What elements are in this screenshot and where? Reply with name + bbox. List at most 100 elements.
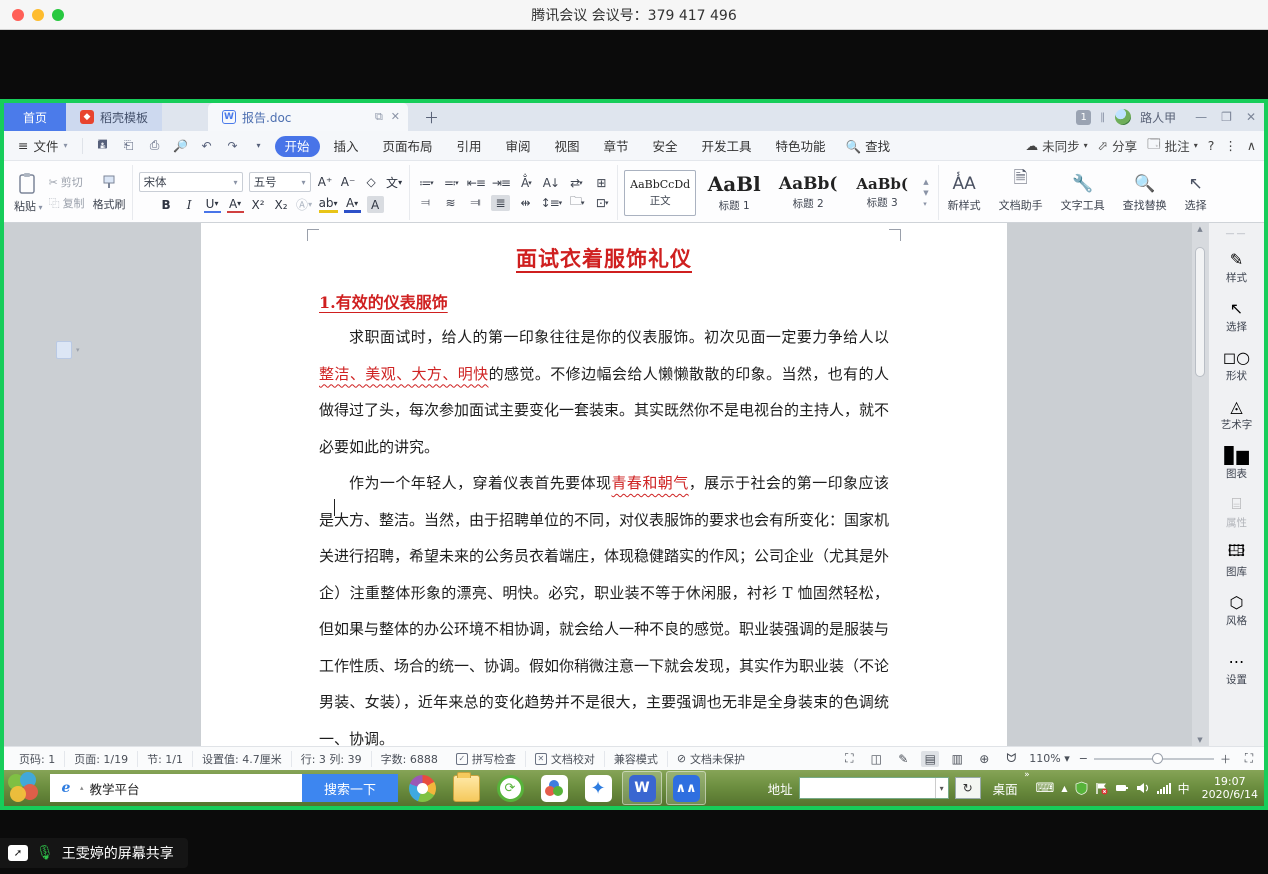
zoom-level[interactable]: 110% ▾ [1029,752,1069,765]
refresh-icon[interactable]: ↻ [955,777,981,799]
comment-button[interactable]: 🗔 批注 ▾ [1147,135,1198,156]
distribute-icon[interactable]: ⇹ [516,195,535,211]
search-input[interactable]: e ▴ 教学平台 [50,774,302,802]
subscript-button[interactable]: X₂ [273,196,290,213]
menu-item[interactable]: 插入 [324,136,369,157]
desktop-toolbar[interactable]: 桌面 » [987,779,1024,798]
sidebar-item[interactable]: ▊▆ 图表 [1209,439,1264,488]
highlight-color-button[interactable]: ab▾ [319,196,338,213]
customize-toolbar-icon[interactable]: ▾ [251,138,267,154]
tab-docer[interactable]: ◆ 稻壳模板 [66,103,162,131]
menu-item[interactable]: 开发工具 [692,136,762,157]
menu-item[interactable]: 开始 [275,136,320,157]
taskbar-app-thunder[interactable]: ✦ [578,771,618,805]
sync-status[interactable]: ☁ 未同步 ▾ [1026,136,1088,155]
outline-view-icon[interactable]: ▥ [948,751,966,767]
floating-doc-widget[interactable]: ▾ [56,341,80,359]
ribbon-tool-button[interactable]: 🔍 查找替换 [1114,165,1176,220]
taskbar-app-wps-writer[interactable]: W [622,771,662,805]
tab-home[interactable]: 首页 [4,103,66,131]
format-painter-button[interactable]: 格式刷 [93,174,126,212]
align-right-icon[interactable]: ⫥ [466,195,485,211]
close-tab-icon[interactable]: ✕ [391,110,400,124]
keyboard-icon[interactable]: ⌨ [1036,781,1055,796]
menu-item[interactable]: 特色功能 [766,136,836,157]
file-menu[interactable]: ≡ 文件 ▾ [12,136,74,155]
eye-protect-icon[interactable]: ᗢ [1002,751,1020,767]
zoom-knob[interactable] [1152,753,1163,764]
superscript-button[interactable]: X² [250,196,267,213]
sidebar-item[interactable]: 🖽 图库 [1209,537,1264,586]
fullscreen-icon[interactable]: ⛶ [840,751,858,767]
taskbar-app-360-security[interactable] [490,771,530,805]
ribbon-tool-button[interactable]: ↖ 选择 [1176,165,1216,220]
sort-icon[interactable]: A↓ [541,175,560,191]
sidebar-item[interactable]: ⌸ 属性 [1209,488,1264,537]
more-options-icon[interactable]: ⋮ [1224,138,1237,153]
shading-icon[interactable]: 🗀▾ [567,195,586,211]
gallery-more-icon[interactable]: ▾ [923,200,928,208]
start-orb[interactable] [6,772,44,804]
strikethrough-button[interactable]: A▾ [227,196,244,213]
menu-item[interactable]: 视图 [545,136,590,157]
style-card[interactable]: AaBbCcDd 正文 [624,170,696,216]
share-button[interactable]: ⬀ 分享 [1098,136,1138,155]
collapse-ribbon-icon[interactable]: ∧ [1247,138,1256,153]
zoom-track[interactable] [1094,758,1214,760]
avatar[interactable] [1115,109,1131,125]
doc-proof-button[interactable]: ✕ 文档校对 [526,751,605,767]
zoom-out-icon[interactable]: − [1079,752,1088,765]
compat-mode-label[interactable]: 兼容模式 [605,751,668,767]
taskbar-app-wps-cloud[interactable] [534,771,574,805]
scroll-up-icon[interactable]: ▲ [1197,225,1202,233]
align-left-icon[interactable]: ⫤ [416,195,435,211]
zoom-in-icon[interactable]: ＋ [1220,751,1231,767]
chevron-down-icon[interactable]: ▾ [935,778,948,798]
line-spacing-icon[interactable]: ↕≡▾ [541,195,562,211]
gallery-up-icon[interactable]: ▲ [923,178,928,186]
menu-item[interactable]: 审阅 [496,136,541,157]
overflow-chevron-icon[interactable]: » [1024,770,1030,780]
menu-item[interactable]: 安全 [643,136,688,157]
present-icon[interactable]: ⧉ [375,110,383,124]
justify-icon[interactable]: ≣ [491,195,510,211]
menu-item[interactable]: 引用 [447,136,492,157]
sidebar-item[interactable]: ↖ 选择 [1209,292,1264,341]
flag-alert-icon[interactable] [1095,782,1108,795]
window-count-badge[interactable]: 1 [1076,110,1091,125]
text-effects-icon[interactable]: Ⓐ▾ [296,196,313,213]
underline-button[interactable]: U▾ [204,196,221,213]
print-icon[interactable]: ⎙ [147,138,163,154]
sidebar-item[interactable]: ◻○ 形状 [1209,341,1264,390]
undo-icon[interactable]: ↶ [199,138,215,154]
fit-page-icon[interactable]: ⛶ [1240,751,1258,767]
italic-button[interactable]: I [181,196,198,213]
pinyin-guide-icon[interactable]: 文▾ [386,174,403,191]
sidebar-handle-icon[interactable]: —— [1226,229,1248,239]
save-icon[interactable]: 🖪 [95,138,111,154]
align-center-icon[interactable]: ≋ [441,195,460,211]
paste-button[interactable]: 粘贴 ▾ [14,172,43,214]
bold-button[interactable]: B [158,196,175,213]
username[interactable]: 路人甲 [1140,109,1176,126]
decrease-font-icon[interactable]: A⁻ [340,174,357,191]
clear-format-icon[interactable]: ◇ [363,174,380,191]
menu-item[interactable]: 页面布局 [373,136,443,157]
font-color-button[interactable]: A▾ [344,196,361,213]
copy-button[interactable]: ⿻复制 [49,195,85,211]
increase-indent-icon[interactable]: ⇥≡ [491,175,510,191]
redo-icon[interactable]: ↷ [225,138,241,154]
sidebar-item[interactable]: ⋯ 设置 [1209,645,1264,694]
spell-check-button[interactable]: ✓ 拼写检查 [447,751,526,767]
search-go-button[interactable]: 搜索一下 [302,774,398,802]
style-card[interactable]: AaBb( 标题 2 [772,170,844,216]
document-paragraph[interactable]: 求职面试时，给人的第一印象往往是你的仪表服饰。初次见面一定要力争给人以整洁、美观… [319,319,889,465]
taskbar-app-360-browser[interactable] [402,771,442,805]
vertical-scrollbar[interactable]: ▲ ▼ [1192,223,1208,746]
document-paragraph[interactable]: 作为一个年轻人，穿着仪表首先要体现青春和朝气，展示于社会的第一印象应该是大方、整… [319,465,889,746]
screen-share-banner[interactable]: 🎙 王雯婷的屏幕共享 [0,838,188,868]
new-tab-plus-icon[interactable]: ＋ [408,103,455,131]
decrease-indent-icon[interactable]: ⇤≡ [466,175,485,191]
document-heading[interactable]: 1.有效的仪表服饰 [319,289,889,313]
style-card[interactable]: AaBl 标题 1 [698,170,770,216]
